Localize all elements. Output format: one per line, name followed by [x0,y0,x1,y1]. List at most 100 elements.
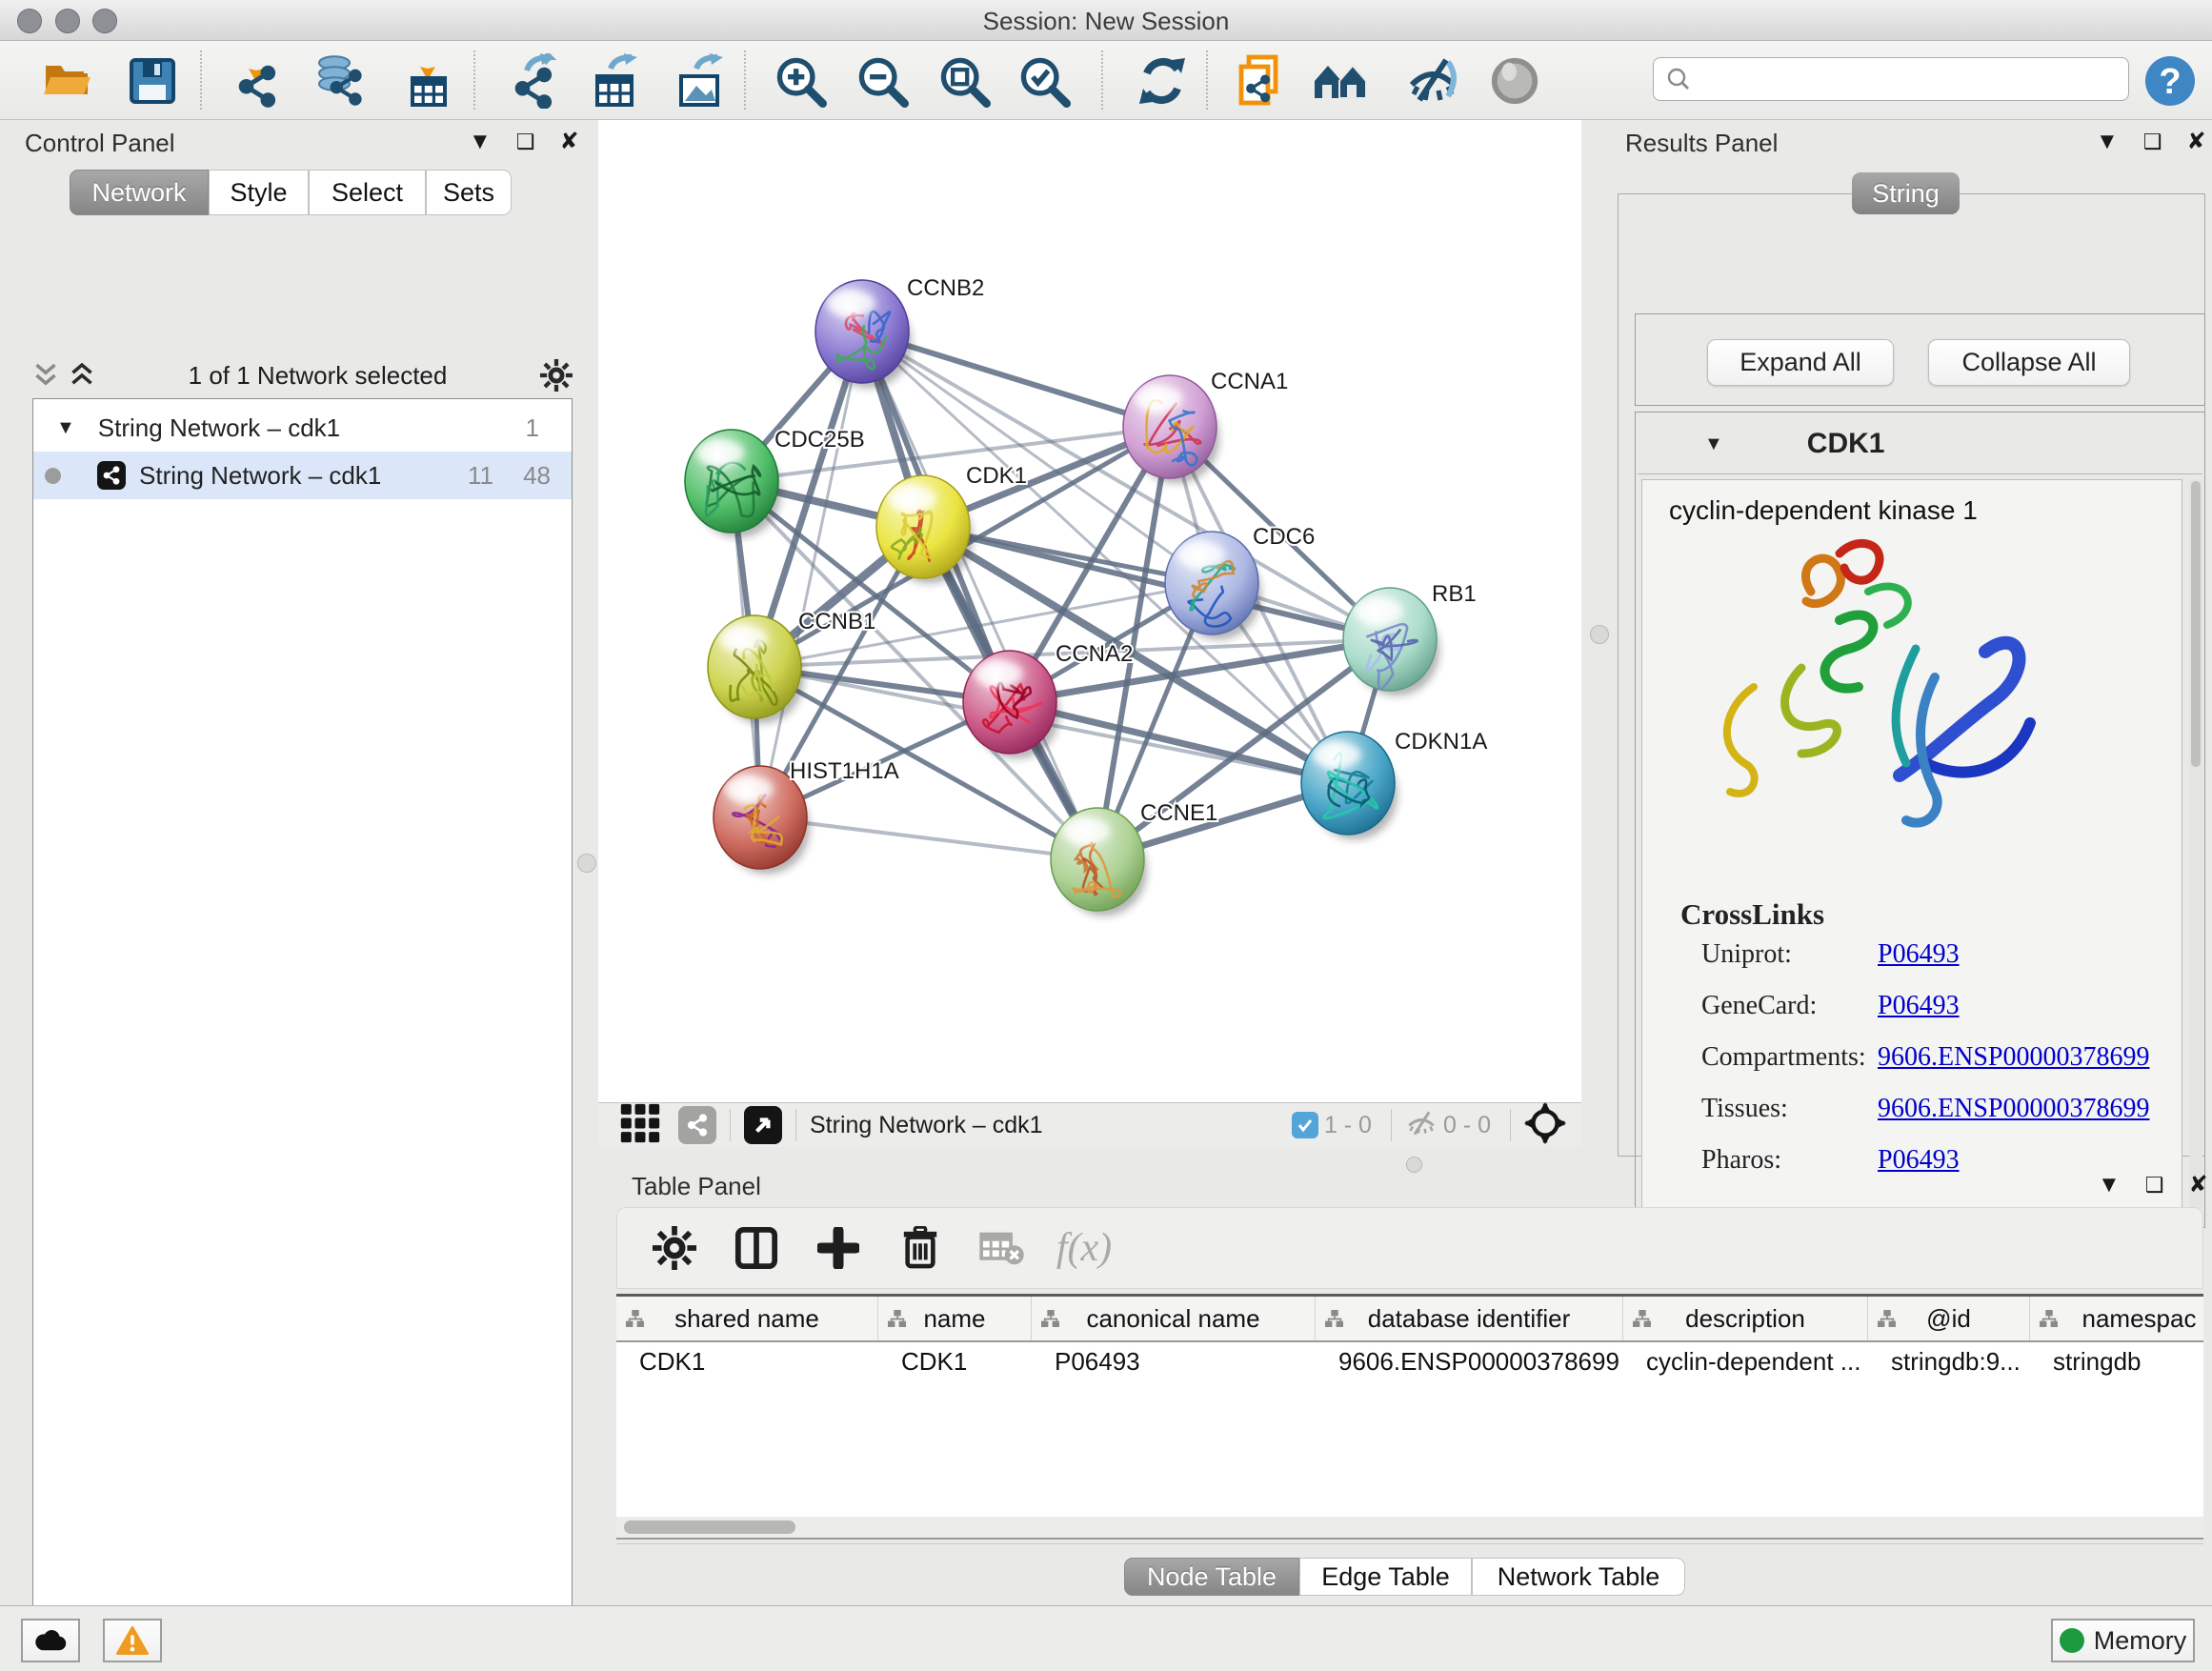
expand-all-icon[interactable] [69,361,95,390]
left-splitter-handle[interactable] [577,854,596,873]
search-input[interactable] [1701,65,2117,93]
crosslink-link[interactable]: P06493 [1878,939,1960,970]
table-cell[interactable]: CDK1 [878,1342,1032,1380]
expand-all-button[interactable]: Expand All [1707,339,1894,386]
node-CCNE1[interactable] [1051,808,1147,916]
table-toolbar: f(x) [616,1207,2203,1289]
clone-network-icon[interactable] [1233,52,1290,110]
network-canvas[interactable]: CCNB2CCNA1CDC25BCDK1CDC6RB1CCNB1CCNA2CDK… [598,120,1581,1102]
node-CCNA2[interactable] [963,651,1059,759]
panel-float-icon[interactable]: ❑ [2145,1175,2164,1196]
search-box[interactable] [1653,57,2129,101]
tab-sets[interactable]: Sets [426,170,512,215]
column-header-database-identifier[interactable]: database identifier [1316,1297,1623,1340]
entry-collapse-triangle-icon[interactable]: ▼ [1704,433,1723,455]
save-session-icon[interactable] [124,52,181,110]
show-grid-icon[interactable] [619,1102,661,1149]
hide-show-eye-icon[interactable] [1404,52,1461,110]
network-collection-row[interactable]: ▼ String Network – cdk1 1 [33,404,572,452]
crosslink-link[interactable]: 9606.ENSP00000378699 [1878,1042,2149,1073]
selected-items-checkbox-icon[interactable] [1292,1112,1318,1138]
panel-close-icon[interactable]: ✘ [2189,1174,2208,1197]
apply-layout-icon[interactable] [1134,52,1191,110]
network-row-selected[interactable]: String Network – cdk1 11 48 [33,452,572,499]
table-cell[interactable]: cyclin-dependent ... [1623,1342,1868,1380]
birdseye-view-icon[interactable] [744,1106,782,1144]
cloud-button[interactable] [21,1619,80,1662]
tab-select[interactable]: Select [309,170,426,215]
node-CDC6[interactable] [1165,532,1261,640]
export-image-icon[interactable] [673,52,730,110]
panel-float-icon[interactable]: ❑ [516,131,535,152]
column-header--id[interactable]: @id [1868,1297,2030,1340]
collection-expand-triangle-icon[interactable]: ▼ [56,417,75,439]
column-header-canonical-name[interactable]: canonical name [1032,1297,1316,1340]
tab-string[interactable]: String [1852,172,1960,214]
collection-count: 1 [526,413,539,443]
node-CDC25B[interactable] [685,430,781,538]
table-cell[interactable]: P06493 [1032,1342,1316,1380]
tab-style[interactable]: Style [209,170,309,215]
tab-node-table[interactable]: Node Table [1124,1558,1299,1596]
panel-menu-chevron-icon[interactable]: ▼ [469,131,492,153]
panel-close-icon[interactable]: ✘ [560,131,579,153]
delete-column-trash-icon[interactable] [895,1223,945,1273]
column-type-icon [626,1310,644,1327]
results-vertical-scrollbar[interactable] [2189,479,2202,1208]
tab-edge-table[interactable]: Edge Table [1299,1558,1472,1596]
tab-network-table[interactable]: Network Table [1472,1558,1685,1596]
table-horizontal-scrollbar[interactable] [616,1517,2203,1538]
network-view-mode-icon[interactable] [678,1106,716,1144]
node-CDKN1A[interactable] [1301,732,1398,840]
import-network-database-icon[interactable] [311,52,368,110]
node-CCNB1[interactable] [708,615,804,724]
warnings-button[interactable] [103,1619,162,1662]
right-splitter-handle[interactable] [1590,625,1609,644]
network-options-gear-icon[interactable] [540,359,573,392]
table-cell[interactable]: 9606.ENSP00000378699 [1316,1342,1623,1380]
collapse-all-icon[interactable] [32,361,59,390]
table-cell[interactable]: stringdb:9... [1868,1342,2030,1380]
table-options-gear-icon[interactable] [650,1223,699,1273]
create-column-plus-icon[interactable] [814,1223,863,1273]
network-type-icon [97,461,126,490]
node-RB1[interactable] [1343,588,1439,696]
import-network-file-icon[interactable] [231,52,288,110]
export-network-icon[interactable] [507,52,564,110]
crosslink-label: Tissues: [1701,1094,1788,1123]
zoom-selected-icon[interactable] [1016,52,1073,110]
column-header-shared-name[interactable]: shared name [616,1297,878,1340]
panel-menu-chevron-icon[interactable]: ▼ [2098,1174,2121,1197]
zoom-out-icon[interactable] [854,52,911,110]
import-table-file-icon[interactable] [400,52,457,110]
memory-button[interactable]: Memory [2051,1619,2195,1662]
table-cell[interactable]: stringdb [2030,1342,2212,1380]
column-header-name[interactable]: name [878,1297,1032,1340]
node-CCNA1[interactable] [1123,375,1219,484]
edge-CCNA2-CDKN1A[interactable] [1010,702,1348,783]
open-session-icon[interactable] [38,52,95,110]
help-icon[interactable]: ? [2142,52,2199,110]
export-table-icon[interactable] [587,52,644,110]
node-entry-header[interactable]: ▼ CDK1 [1638,414,2202,474]
zoom-fit-icon[interactable] [935,52,993,110]
crosslink-row: GeneCard:P06493 [1701,991,2159,1021]
fit-selected-crosshair-icon[interactable] [1524,1102,1566,1149]
panel-close-icon[interactable]: ✘ [2187,131,2206,153]
crosslink-link[interactable]: 9606.ENSP00000378699 [1878,1094,2149,1124]
grayscale-orb-icon[interactable] [1486,52,1543,110]
column-header-namespac[interactable]: namespac [2030,1297,2212,1340]
column-header-description[interactable]: description [1623,1297,1868,1340]
hidden-items-eye-icon[interactable] [1405,1109,1438,1142]
show-columns-icon[interactable] [732,1223,781,1273]
zoom-in-icon[interactable] [772,52,829,110]
homes-icon[interactable] [1313,52,1370,110]
crosslink-link[interactable]: P06493 [1878,991,1960,1021]
table-cell[interactable]: CDK1 [616,1342,878,1380]
panel-menu-chevron-icon[interactable]: ▼ [2096,131,2119,153]
tab-network[interactable]: Network [70,170,209,215]
panel-float-icon[interactable]: ❑ [2143,131,2162,152]
edge-HIST1H1A-CCNE1[interactable] [760,817,1097,859]
node-CDK1[interactable] [876,475,973,584]
collapse-all-button[interactable]: Collapse All [1928,339,2130,386]
